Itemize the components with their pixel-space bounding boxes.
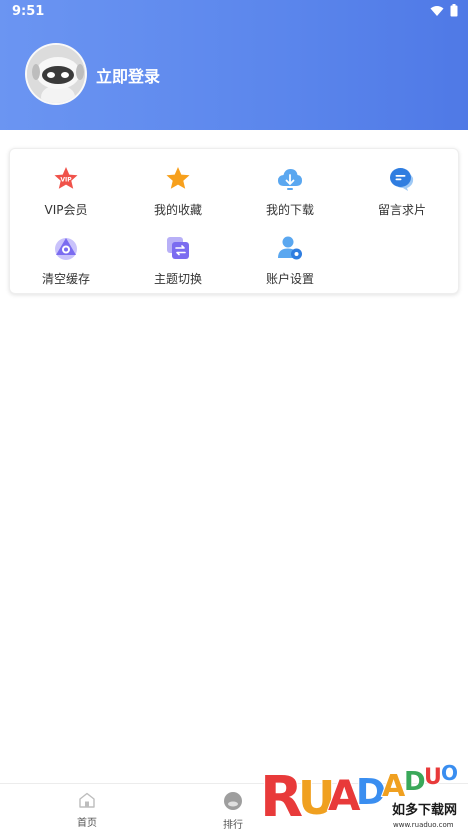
menu-label: 我的收藏 (153, 203, 202, 217)
wifi-icon (430, 5, 444, 16)
svg-text:O: O (441, 761, 458, 785)
status-icons (430, 4, 458, 17)
svg-text:R: R (260, 765, 303, 830)
nav-label-rank: 排行 (223, 820, 243, 831)
menu-item-account[interactable]: 账户设置 (234, 235, 346, 295)
status-bar: 9:51 (0, 0, 468, 24)
account-settings-icon (278, 236, 302, 260)
cloud-download-icon (278, 169, 302, 190)
svg-text:U: U (424, 765, 442, 790)
theme-switch-icon (167, 237, 189, 259)
menu-label: 账户设置 (265, 272, 314, 286)
menu-item-request[interactable]: 留言求片 (346, 166, 458, 226)
nav-label-home: 首页 (77, 818, 97, 829)
menu-label: 清空缓存 (41, 272, 90, 286)
menu-label: 我的下载 (265, 203, 314, 217)
avatar[interactable] (25, 43, 87, 105)
menu-label: 主题切换 (153, 272, 202, 286)
battery-icon (450, 4, 458, 17)
svg-text:www.ruaduo.com: www.ruaduo.com (393, 821, 454, 829)
star-icon (166, 167, 190, 189)
menu-item-theme[interactable]: 主题切换 (122, 235, 234, 295)
nav-item-home[interactable]: 首页 (57, 792, 117, 829)
ruaduo-watermark-logo: R U A D A D U O 如多下载网 www.ruaduo.com (259, 760, 459, 831)
login-link[interactable]: 立即登录 (96, 63, 160, 87)
home-icon (79, 792, 95, 808)
svg-text:如多下载网: 如多下载网 (392, 802, 457, 818)
vip-star-icon: VIP (54, 167, 78, 189)
rank-icon (224, 792, 242, 810)
svg-text:D: D (404, 767, 426, 797)
menu-card: VIP VIP会员 我的收藏 我的下载 留言求片 清空缓存 主题切换 账户设置 (9, 148, 459, 294)
robot-avatar-icon (27, 45, 85, 103)
menu-label: 留言求片 (377, 203, 426, 217)
status-time: 9:51 (12, 4, 45, 19)
menu-item-vip[interactable]: VIP VIP会员 (10, 166, 122, 226)
svg-text:A: A (382, 769, 406, 804)
svg-text:VIP: VIP (60, 177, 72, 184)
chat-bubble-icon (390, 168, 414, 191)
nav-item-rank[interactable]: 排行 (203, 792, 263, 831)
menu-item-clear-cache[interactable]: 清空缓存 (10, 235, 122, 295)
menu-item-favorites[interactable]: 我的收藏 (122, 166, 234, 226)
profile-header: 9:51 立即登录 (0, 0, 468, 130)
menu-label: VIP会员 (44, 203, 88, 217)
clear-cache-icon (55, 238, 77, 260)
menu-item-downloads[interactable]: 我的下载 (234, 166, 346, 226)
